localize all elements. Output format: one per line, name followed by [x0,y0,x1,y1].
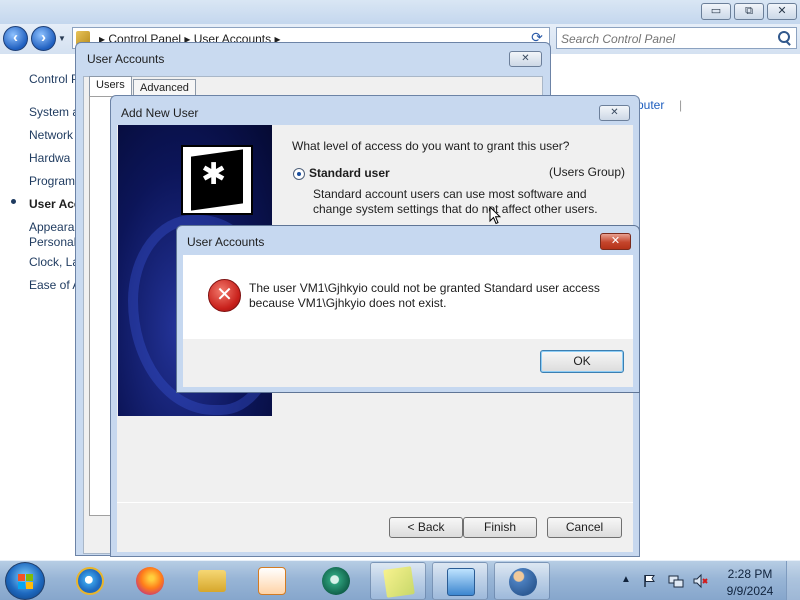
taskbar-file-explorer[interactable] [184,562,240,600]
sidebar-item-hardware[interactable]: Hardwa [29,151,75,165]
ok-button[interactable]: OK [540,350,624,373]
minimize-button[interactable]: ▭ [701,3,731,20]
green-circle-app-icon [322,567,350,595]
sticky-notes-icon [383,566,415,598]
standard-user-radio[interactable] [293,168,305,180]
computer-link[interactable]: puter [637,98,664,112]
user-key-icon: ✱ [181,145,253,215]
back-button[interactable]: < Back [389,517,463,538]
media-player-icon [258,567,286,595]
close-button[interactable]: ✕ [599,105,630,121]
search-icon[interactable] [776,30,791,45]
users-group-label: (Users Group) [549,165,626,179]
clock-date[interactable]: 9/9/2024 [718,584,782,598]
dialog-title: User Accounts [87,52,165,66]
search-input[interactable] [561,31,771,47]
close-button[interactable]: ✕ [767,3,797,20]
dialog-title: User Accounts [187,235,265,249]
forward-arrow-icon[interactable]: › [31,26,56,51]
recent-pages-dropdown-icon[interactable]: ▼ [58,34,68,44]
taskbar-media-player[interactable] [244,562,300,600]
sidebar-item-control-panel[interactable]: Control P [29,72,75,86]
search-box[interactable] [556,27,797,49]
firefox-icon [136,567,164,595]
volume-muted-icon[interactable] [693,573,709,589]
control-panel-icon [447,568,475,596]
control-panel-titlebar: ▭ ⧉ ✕ [0,0,800,24]
start-button[interactable] [5,562,45,600]
taskbar-control-panel[interactable] [432,562,488,600]
access-level-question: What level of access do you want to gran… [292,139,570,153]
button-separator [117,502,633,503]
sidebar-item-clock[interactable]: Clock, La [29,255,75,269]
network-icon[interactable] [668,573,684,589]
folder-icon [198,570,226,592]
taskbar-green-app[interactable] [308,562,364,600]
user-accounts-icon [509,568,537,596]
back-arrow-icon[interactable]: ‹ [3,26,28,51]
sidebar-item-ease-of-access[interactable]: Ease of A [29,278,75,292]
link-separator: | [679,98,683,112]
asterisk-glyph: ✱ [201,158,227,191]
sidebar-item-network[interactable]: Network [29,128,75,142]
error-message-dialog: User Accounts ✕ ✕ The user VM1\Gjhkyio c… [176,225,640,393]
error-message-text: The user VM1\Gjhkyio could not be grante… [249,281,600,310]
message-footer: OK [183,339,633,387]
sidebar-item-user-accounts[interactable]: User Acc [29,197,75,211]
standard-user-description: Standard account users can use most soft… [313,187,598,216]
internet-explorer-icon [76,567,104,595]
current-item-bullet-icon [11,199,16,204]
windows-logo-icon [18,574,33,589]
error-icon: ✕ [208,279,241,312]
sidebar-item-programs[interactable]: Program [29,174,75,188]
maximize-button[interactable]: ⧉ [734,3,764,20]
taskbar: ▲ 2:28 PM 9/9/2024 [0,560,800,600]
control-panel-sidebar: Control P System a Network Hardwa Progra… [0,54,76,560]
taskbar-sticky-notes[interactable] [370,562,426,600]
close-button[interactable]: ✕ [509,51,542,67]
message-area: ✕ The user VM1\Gjhkyio could not be gran… [183,255,633,339]
action-center-flag-icon[interactable] [642,573,658,589]
show-hidden-icons-icon[interactable]: ▲ [621,574,631,585]
clock-time[interactable]: 2:28 PM [724,567,776,581]
wizard-title: Add New User [121,106,199,120]
taskbar-user-accounts[interactable] [494,562,550,600]
show-desktop-button[interactable] [786,561,800,600]
mouse-cursor-icon [489,206,501,225]
sidebar-item-personalization[interactable]: Personal [29,235,75,249]
taskbar-firefox[interactable] [122,562,178,600]
tab-users[interactable]: Users [89,76,132,96]
finish-button[interactable]: Finish [463,517,537,538]
cancel-button[interactable]: Cancel [547,517,622,538]
close-button[interactable]: ✕ [600,233,631,250]
sidebar-item-appearance[interactable]: Appeara [29,220,75,234]
sidebar-item-system[interactable]: System a [29,105,75,119]
taskbar-internet-explorer[interactable] [62,562,118,600]
standard-user-label[interactable]: Standard user [309,166,390,180]
